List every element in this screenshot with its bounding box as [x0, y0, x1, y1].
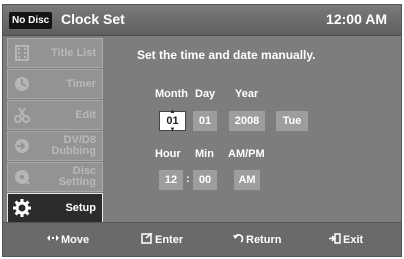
disc-status-badge: No Disc	[9, 12, 53, 29]
enter-icon	[141, 232, 153, 247]
down-arrow-icon: ▼	[169, 127, 176, 133]
year-field[interactable]: 2008	[229, 111, 265, 131]
sidebar-item-disc-setting[interactable]: Disc Setting	[7, 162, 103, 192]
button-guide-bar: Move Enter Return Exit	[3, 222, 401, 256]
title-bar: No Disc Clock Set 12:00 AM	[3, 5, 401, 36]
hour-label: Hour	[155, 148, 181, 160]
minute-label: Min	[195, 148, 214, 160]
hour-field[interactable]: 12	[159, 170, 183, 190]
sidebar-item-edit[interactable]: Edit	[7, 100, 103, 130]
instruction-heading: Set the time and date manually.	[137, 48, 316, 62]
weekday-field: Tue	[276, 111, 308, 131]
sidebar-item-label: Setup	[65, 201, 96, 214]
sidebar-item-dubbing[interactable]: DV/D8 Dubbing	[7, 131, 103, 161]
return-icon	[232, 233, 244, 247]
sidebar-item-title-list[interactable]: Title List	[7, 38, 103, 68]
page-title: Clock Set	[61, 11, 125, 27]
exit-icon	[329, 233, 341, 247]
sidebar-item-label: Title List	[50, 46, 96, 59]
time-separator: :	[186, 173, 190, 185]
up-arrow-icon: ▲	[169, 109, 176, 115]
clock-set-panel: Set the time and date manually. Month Da…	[107, 38, 401, 218]
clock-display: 12:00 AM	[326, 11, 387, 27]
sidebar-item-label: Timer	[66, 77, 96, 90]
month-label: Month	[155, 88, 188, 100]
day-label: Day	[195, 88, 216, 100]
day-field[interactable]: 01	[193, 111, 217, 131]
enter-hint: Enter	[141, 232, 183, 247]
return-hint: Return	[232, 233, 281, 247]
move-arrows-icon	[47, 233, 59, 246]
minute-field[interactable]: 00	[193, 170, 217, 190]
year-label: Year	[235, 88, 259, 100]
sidebar-item-timer[interactable]: Timer	[7, 69, 103, 99]
sidebar-item-label: DV/D8 Dubbing	[51, 134, 96, 157]
move-hint: Move	[47, 233, 89, 246]
month-field[interactable]: ▲ 01 ▼	[159, 109, 186, 133]
ampm-label: AM/PM	[228, 148, 265, 160]
sidebar-item-setup[interactable]: Setup	[7, 193, 103, 223]
exit-hint: Exit	[329, 233, 363, 247]
sidebar-menu: Title List Timer Edit DV/D8 Dubbing Disc…	[7, 38, 103, 224]
osd-screen: No Disc Clock Set 12:00 AM Title List Ti…	[2, 4, 402, 257]
ampm-field[interactable]: AM	[234, 170, 260, 190]
sidebar-item-label: Disc Setting	[58, 165, 96, 188]
sidebar-item-label: Edit	[75, 108, 96, 121]
